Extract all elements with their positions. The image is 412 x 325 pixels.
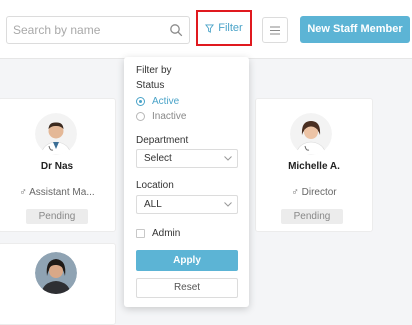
status-inactive-radio[interactable]: [136, 112, 145, 121]
chevron-down-icon: [224, 202, 232, 207]
hamburger-icon: [270, 26, 280, 34]
new-staff-member-button[interactable]: New Staff Member: [300, 16, 410, 43]
staff-role: ♂ Assistant Ma...: [19, 187, 95, 198]
status-label: Status: [136, 80, 165, 91]
staff-card[interactable]: Michelle A. ♂ Director Pending: [255, 98, 373, 232]
status-active-label[interactable]: Active: [152, 96, 179, 107]
male-icon: ♂: [19, 187, 30, 198]
avatar: [35, 113, 77, 155]
status-badge: Pending: [26, 209, 88, 224]
search-input[interactable]: [13, 17, 163, 43]
search-box[interactable]: [6, 16, 190, 44]
apply-button[interactable]: Apply: [136, 250, 238, 271]
staff-card[interactable]: [0, 243, 116, 325]
filter-button[interactable]: Filter: [196, 10, 252, 46]
status-active-radio[interactable]: [136, 97, 145, 106]
staff-role: ♂ Director: [291, 187, 337, 198]
search-icon[interactable]: [169, 23, 183, 37]
reset-button[interactable]: Reset: [136, 278, 238, 298]
location-value: ALL: [144, 199, 162, 210]
staff-card[interactable]: Dr Nas ♂ Assistant Ma... Pending: [0, 98, 116, 232]
admin-label[interactable]: Admin: [152, 228, 180, 239]
chevron-down-icon: [224, 156, 232, 161]
staff-name: Dr Nas: [40, 161, 74, 172]
filter-label: Filter: [218, 22, 243, 34]
filter-icon: [205, 23, 215, 33]
menu-button[interactable]: [262, 17, 288, 43]
filter-panel-title: Filter by: [136, 65, 172, 76]
staff-name: Michelle A.: [288, 161, 340, 172]
location-label: Location: [136, 180, 174, 191]
admin-checkbox[interactable]: [136, 229, 145, 238]
avatar: [35, 252, 77, 294]
male-icon: ♂: [291, 187, 302, 198]
avatar: [290, 113, 332, 155]
department-label: Department: [136, 135, 189, 146]
filter-panel: Filter by Status Active Inactive Departm…: [124, 57, 249, 307]
status-badge: Pending: [281, 209, 343, 224]
department-select[interactable]: Select: [136, 149, 238, 168]
top-bar: Filter New Staff Member: [0, 0, 412, 59]
department-value: Select: [144, 153, 172, 164]
status-inactive-label[interactable]: Inactive: [152, 111, 186, 122]
location-select[interactable]: ALL: [136, 195, 238, 214]
